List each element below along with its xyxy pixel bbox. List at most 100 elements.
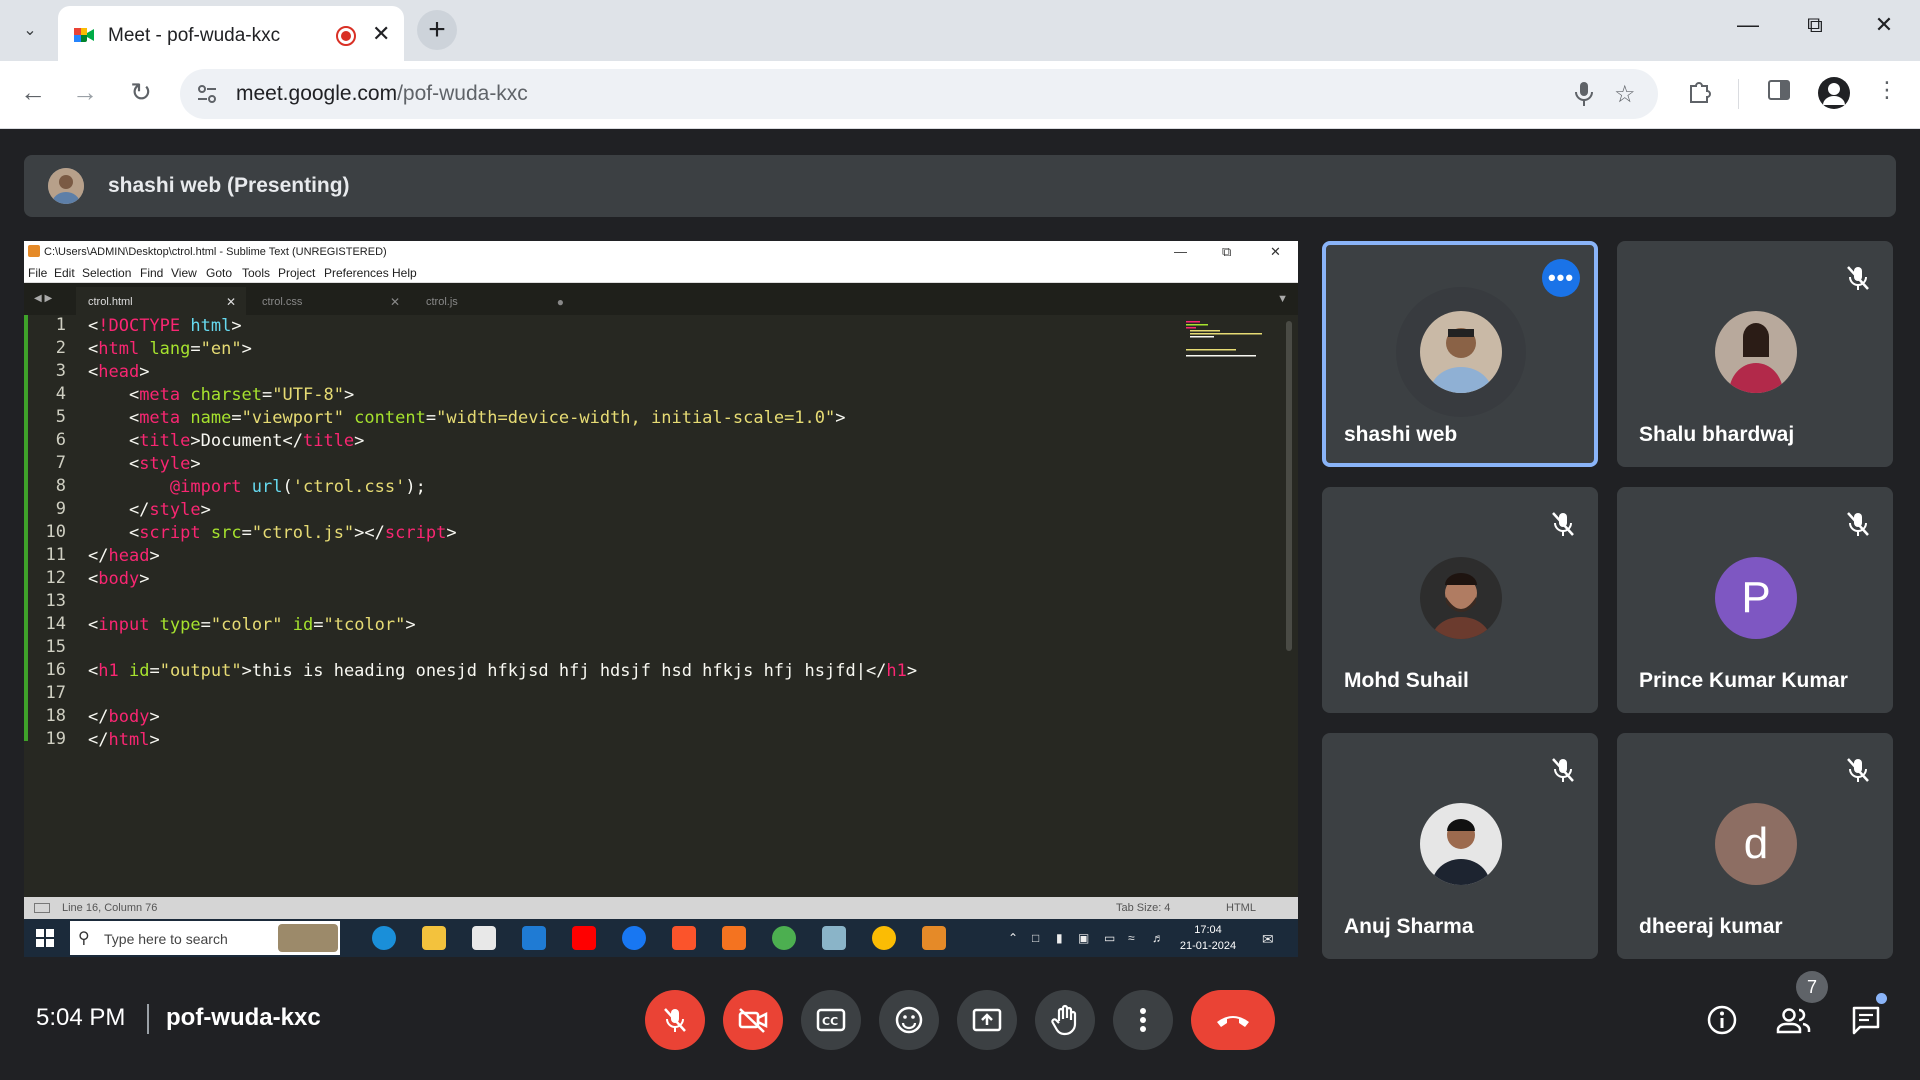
editor-scrollbar	[1286, 321, 1292, 651]
participant-tile-anuj-sharma[interactable]: Anuj Sharma	[1322, 733, 1598, 959]
sublime-app-icon	[28, 245, 40, 257]
participant-tile-mohd-suhail[interactable]: Mohd Suhail	[1322, 487, 1598, 713]
mail-icon	[522, 926, 546, 950]
participant-tile-shashi-web[interactable]: ••• shashi web	[1322, 241, 1598, 467]
editor-tab-label: ctrol.html	[88, 296, 133, 308]
back-arrow-icon[interactable]: ←	[15, 77, 51, 108]
close-window-icon[interactable]: ✕	[1864, 12, 1904, 38]
line-number: 1	[55, 315, 66, 335]
chat-icon	[1852, 1006, 1880, 1035]
address-bar[interactable]: meet.google.com/pof-wuda-kxc ☆	[180, 69, 1658, 119]
site-settings-icon[interactable]	[194, 81, 220, 107]
url-text: meet.google.com/pof-wuda-kxc	[236, 82, 528, 106]
browser-tab-strip: ⌄ Meet - pof-wuda-kxc ✕ + — ⧉ ✕	[0, 0, 1920, 61]
people-button[interactable]	[1770, 996, 1818, 1044]
emoji-reactions-button[interactable]	[879, 990, 939, 1050]
browser-menu-kebab-icon[interactable]: ⋮	[1876, 77, 1898, 103]
avatar-initial: P	[1715, 557, 1797, 639]
code-line: <html lang="en">	[88, 339, 252, 359]
taskbar-search-icon: ⚲	[78, 930, 90, 947]
info-icon	[1707, 1005, 1737, 1035]
editor-tab-label: ctrol.css	[262, 296, 303, 308]
tab-search-chevron-icon[interactable]: ⌄	[14, 14, 46, 46]
taskbar-search: ⚲ Type here to search	[70, 921, 340, 955]
tab-nav-arrows-icon: ◀ ▶	[34, 293, 53, 304]
reload-icon[interactable]: ↻	[123, 77, 159, 108]
status-syntax: HTML	[1226, 902, 1256, 914]
code-line: <h1 id="output">this is heading onesjd h…	[88, 661, 918, 681]
presenter-avatar	[48, 168, 84, 204]
code-line: <head>	[88, 362, 150, 382]
status-cursor-position: Line 16, Column 76	[62, 902, 158, 914]
participant-tile-dheeraj-kumar[interactable]: d dheeraj kumar	[1617, 733, 1893, 959]
menu-find: Find	[140, 266, 164, 280]
mic-off-icon	[664, 1008, 686, 1032]
code-line: <style>	[88, 454, 201, 474]
sublime-window-title: C:\Users\ADMIN\Desktop\ctrol.html - Subl…	[44, 246, 387, 258]
participant-name: shashi web	[1344, 423, 1458, 446]
muted-mic-icon	[1847, 758, 1869, 782]
microphone-icon[interactable]	[1572, 80, 1596, 108]
facebook-icon	[622, 926, 646, 950]
participant-name: dheeraj kumar	[1639, 915, 1783, 938]
leave-call-button[interactable]	[1191, 990, 1275, 1050]
tray-battery-icon: ▭	[1104, 931, 1116, 945]
code-editor: <!DOCTYPE html> <html lang="en"> <head> <m…	[88, 315, 1208, 915]
chat-notification-dot	[1876, 993, 1887, 1004]
meeting-details-button[interactable]	[1698, 996, 1746, 1044]
captions-icon: CC	[816, 1008, 846, 1032]
chrome-profile-icon	[772, 926, 796, 950]
browser-toolbar: ← → ↻ meet.google.com/pof-wuda-kxc ☆ ⋮	[0, 61, 1920, 129]
avatar	[1420, 311, 1502, 393]
code-line: <!DOCTYPE html>	[88, 316, 242, 336]
menu-edit: Edit	[54, 266, 75, 280]
sublime-menu-bar: File Edit Selection Find View Goto Tools…	[24, 263, 1298, 283]
tab-title: Meet - pof-wuda-kxc	[108, 25, 281, 46]
captions-button[interactable]: CC	[801, 990, 861, 1050]
browser-tab-meet[interactable]: Meet - pof-wuda-kxc ✕	[58, 6, 404, 61]
toggle-camera-button[interactable]	[723, 990, 783, 1050]
more-vert-icon	[1140, 1008, 1146, 1032]
chrome-icon	[872, 926, 896, 950]
toggle-microphone-button[interactable]	[645, 990, 705, 1050]
people-icon	[1776, 1008, 1811, 1034]
present-now-button[interactable]	[957, 990, 1017, 1050]
extensions-puzzle-icon[interactable]	[1686, 77, 1714, 105]
forward-arrow-icon[interactable]: →	[67, 77, 103, 108]
participant-more-options-button[interactable]: •••	[1542, 259, 1580, 297]
minimize-icon[interactable]: —	[1728, 12, 1768, 38]
tray-wifi-icon: ≈	[1128, 931, 1135, 945]
code-line: @import url('ctrol.css');	[169, 477, 426, 497]
menu-view: View	[171, 266, 197, 280]
participant-tile-shalu-bhardwaj[interactable]: Shalu bhardwaj	[1617, 241, 1893, 467]
participant-count-badge: 7	[1796, 971, 1828, 1003]
meeting-clock: 5:04 PM	[36, 1004, 126, 1031]
sublime-status-bar: Line 16, Column 76 Tab Size: 4 HTML	[24, 897, 1298, 919]
tray-meet-icon: □	[1032, 931, 1040, 945]
editor-tab-dirty-icon: ●	[556, 295, 564, 309]
windows-start-icon	[36, 929, 54, 947]
raise-hand-button[interactable]	[1035, 990, 1095, 1050]
profile-avatar-icon[interactable]	[1818, 77, 1850, 109]
participant-tile-prince-kumar-kumar[interactable]: P Prince Kumar Kumar	[1617, 487, 1893, 713]
menu-help: Help	[392, 266, 417, 280]
more-options-button[interactable]	[1113, 990, 1173, 1050]
muted-mic-icon	[1552, 758, 1574, 782]
line-number: 11	[45, 545, 66, 565]
youtube-icon	[572, 926, 596, 950]
shared-screen: C:\Users\ADMIN\Desktop\ctrol.html - Subl…	[24, 241, 1298, 957]
editor-tab-ctrol-html: ctrol.html ✕	[76, 287, 246, 315]
taskbar-clock: 17:04 21-01-2024	[1176, 922, 1240, 954]
taskbar-search-text: Type here to search	[104, 931, 228, 947]
avatar-initial: d	[1715, 803, 1797, 885]
menu-project: Project	[278, 266, 316, 280]
line-number: 19	[45, 729, 66, 749]
editor-tab-close-icon: ✕	[225, 295, 236, 309]
brave-icon	[672, 926, 696, 950]
new-tab-button[interactable]: +	[417, 10, 457, 50]
tab-close-icon[interactable]: ✕	[372, 21, 390, 47]
bookmark-star-icon[interactable]: ☆	[1614, 80, 1636, 109]
restore-icon[interactable]: ⧉	[1795, 12, 1835, 38]
side-panel-icon[interactable]	[1766, 77, 1792, 103]
participant-name: Prince Kumar Kumar	[1639, 669, 1848, 692]
